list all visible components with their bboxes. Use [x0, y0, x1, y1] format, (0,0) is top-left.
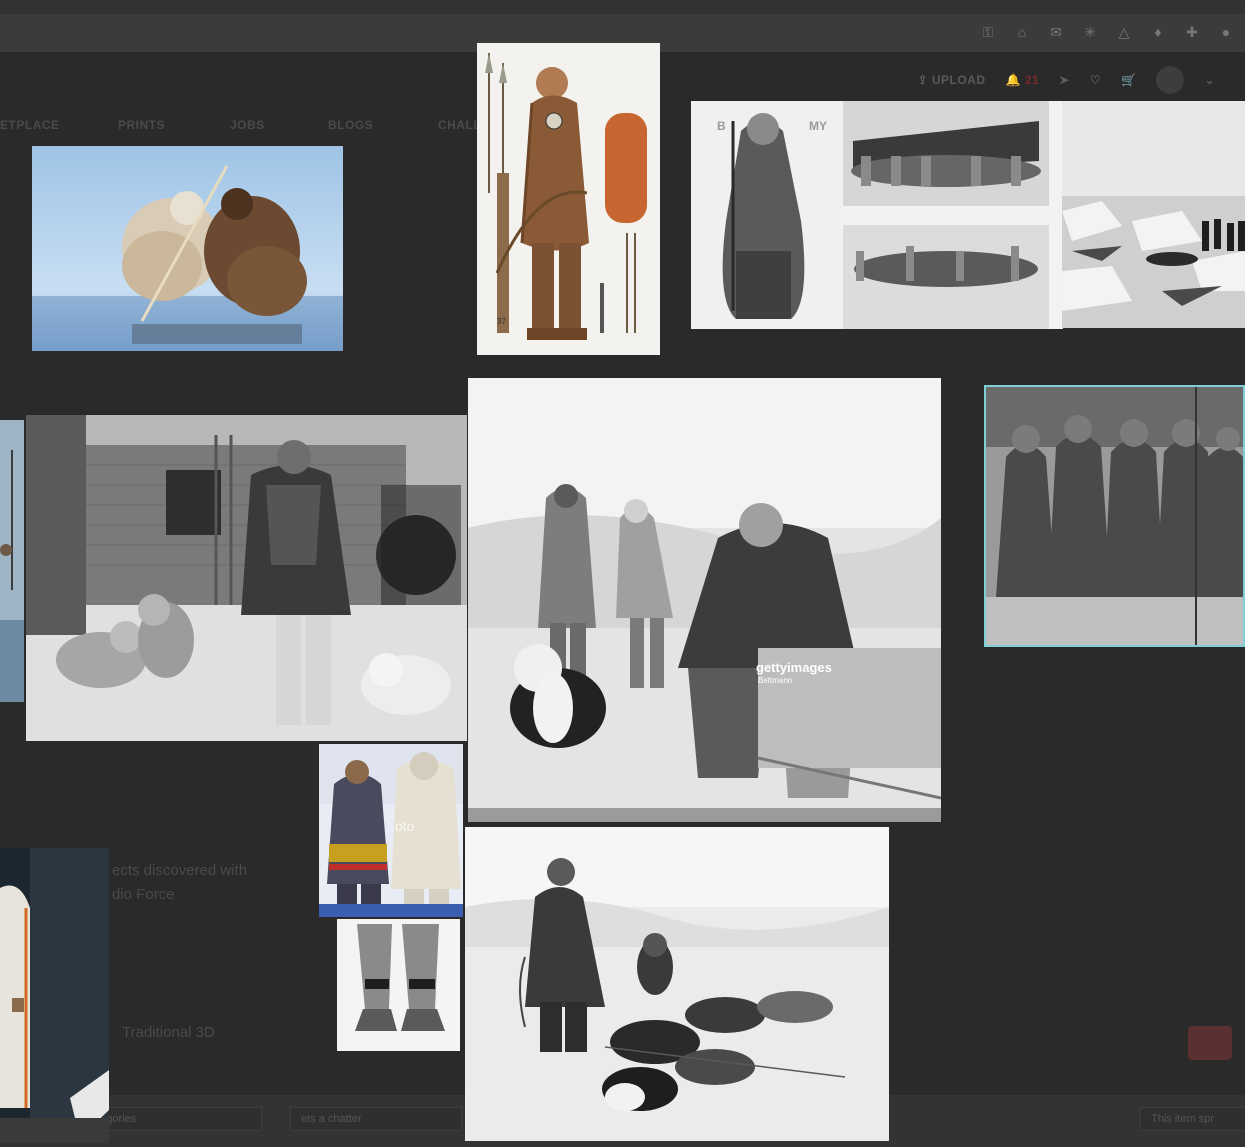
chat-fab-button[interactable] [1188, 1026, 1232, 1060]
explorer-dogs-photo[interactable] [26, 415, 467, 741]
profile-icon[interactable]: ● [1217, 24, 1235, 41]
drive-icon[interactable]: △ [1115, 24, 1133, 41]
discover-text-line1: ects discovered with [112, 862, 248, 879]
costume-display-photo[interactable]: oto [319, 744, 463, 917]
illustration-caption-number: 37 [497, 317, 506, 326]
avatar[interactable] [1156, 66, 1185, 94]
inuit-hunters-photo[interactable] [32, 146, 343, 351]
chatter-field[interactable]: ets a chatter [290, 1107, 462, 1131]
key-icon[interactable]: ⚿ [979, 24, 997, 41]
notifications-button[interactable]: 🔔 21 [1006, 73, 1040, 87]
collage-photo[interactable]: B MY [691, 101, 1063, 329]
upload-label: UPLOAD [931, 73, 986, 87]
nav-item-challenges[interactable]: CHALL [438, 118, 481, 132]
bookmarks-bar [0, 0, 1245, 15]
spr-field[interactable]: This item spr [1140, 1107, 1245, 1131]
ice-floe-photo[interactable] [1062, 101, 1245, 328]
cart-icon[interactable]: 🛒 [1121, 73, 1136, 87]
gmail-icon[interactable]: ✉ [1047, 24, 1065, 41]
getty-watermark-sub: Bettmann [758, 676, 793, 685]
collage-overlay-label-2: MY [809, 119, 827, 133]
chevron-down-icon[interactable]: ⌄ [1204, 73, 1215, 87]
fur-boots-photo[interactable] [337, 919, 460, 1051]
discover-text-line2: dio Force [112, 886, 175, 903]
traditional-3d-label: Traditional 3D [122, 1024, 215, 1041]
nav-item-blogs[interactable]: BLOGS [328, 118, 373, 132]
costume-watermark: oto [395, 818, 415, 834]
partial-left-photo[interactable] [0, 420, 24, 702]
museum-suit-photo[interactable] [0, 848, 109, 1143]
browser-toolbar-icons: ⚿ ⌂ ✉ ✳ △ ♦ ✚ ● [979, 24, 1235, 41]
puzzle-icon[interactable]: ✚ [1183, 24, 1201, 41]
sled-dogs-snow-photo[interactable] [465, 827, 889, 1141]
extension-icon[interactable]: ♦ [1149, 24, 1167, 41]
translate-icon[interactable]: ✳ [1081, 24, 1099, 41]
heart-icon[interactable]: ♡ [1090, 73, 1101, 87]
group-stereo-photo[interactable] [984, 385, 1245, 647]
upload-button[interactable]: ⇪ UPLOAD [917, 73, 985, 87]
collage-overlay-label-1: B [717, 119, 726, 133]
getty-watermark: gettyimages [756, 660, 832, 675]
getty-explorers-photo[interactable]: gettyimages Bettmann [468, 378, 941, 822]
notification-count: 21 [1024, 73, 1040, 87]
nav-item-jobs[interactable]: JOBS [230, 118, 265, 132]
home-icon[interactable]: ⌂ [1013, 24, 1031, 41]
illustration-warrior-photo[interactable]: 37 [477, 43, 660, 355]
send-icon[interactable]: ➤ [1059, 73, 1070, 87]
header-actions: ⇪ UPLOAD 🔔 21 ➤ ♡ 🛒 ⌄ [917, 66, 1215, 94]
nav-item-marketplace[interactable]: ETPLACE [0, 118, 60, 132]
nav-item-prints[interactable]: PRINTS [118, 118, 165, 132]
